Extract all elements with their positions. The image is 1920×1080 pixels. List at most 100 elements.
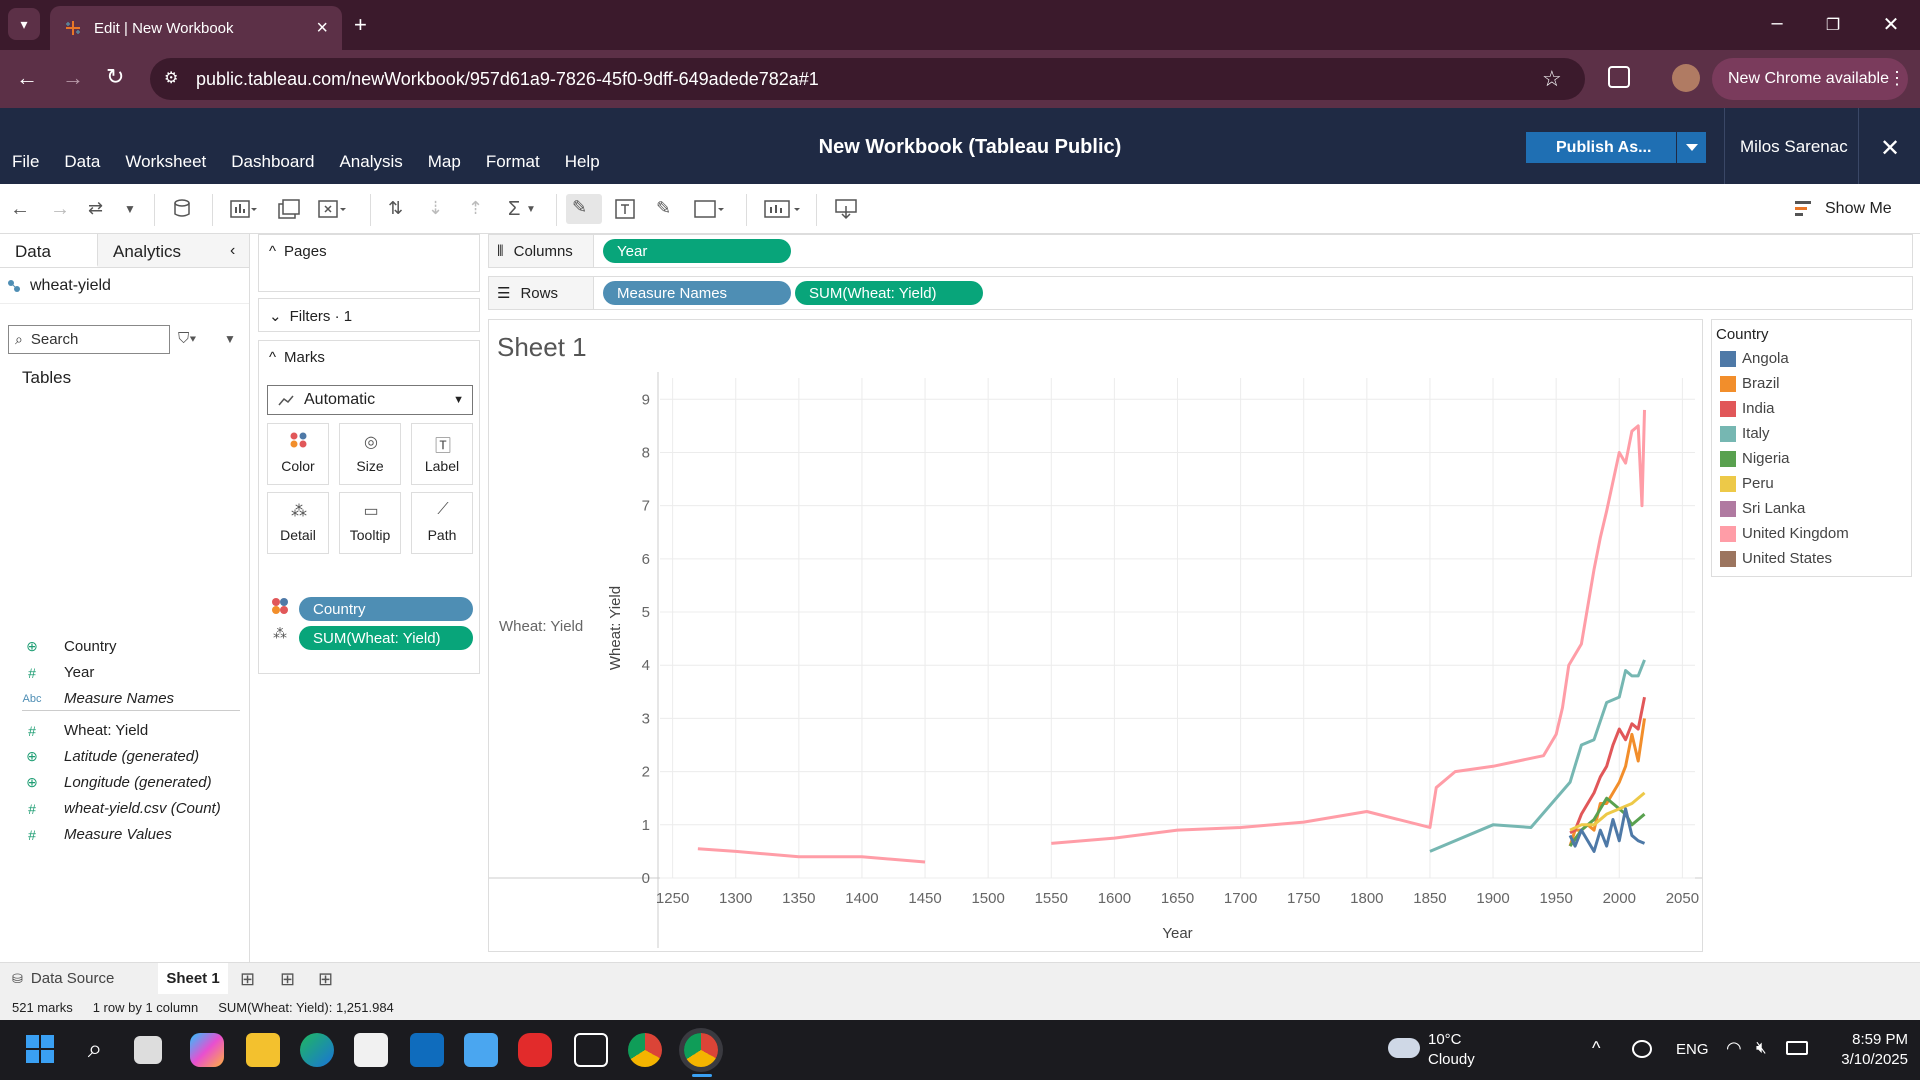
totals-dropdown-icon[interactable]: ▼ [526, 204, 550, 226]
reload-icon[interactable]: ↻ [106, 64, 124, 90]
legend-item[interactable]: United States [1720, 550, 1832, 567]
tooltip-button[interactable]: ▭ Tooltip [339, 492, 401, 554]
legend-item[interactable]: India [1720, 400, 1775, 417]
search-taskbar-icon[interactable]: ⌕ [78, 1033, 112, 1067]
sort-ascending-icon[interactable]: ⇣ [428, 198, 452, 220]
more-vert-icon[interactable]: ⋮ [1888, 68, 1906, 89]
sum-yield-detail-pill[interactable]: SUM(Wheat: Yield) [299, 626, 473, 650]
browser-tab[interactable]: Edit | New Workbook × [50, 6, 342, 50]
store-icon[interactable] [354, 1033, 388, 1067]
clock-time[interactable]: 8:59 PM [1820, 1031, 1908, 1048]
close-editor-icon[interactable]: ✕ [1880, 134, 1900, 163]
publish-dropdown-icon[interactable] [1676, 132, 1706, 163]
size-button[interactable]: ◎ Size [339, 423, 401, 485]
close-tab-icon[interactable]: × [316, 18, 328, 38]
replay-dropdown-icon[interactable]: ▼ [124, 202, 148, 224]
field-item[interactable]: # Wheat: Yield [22, 722, 148, 739]
pane-menu-icon[interactable]: ▼ [224, 332, 236, 346]
outlook-icon[interactable] [410, 1033, 444, 1067]
profile-avatar[interactable] [1672, 64, 1700, 92]
language-indicator[interactable]: ENG [1676, 1041, 1709, 1058]
new-story-tab-icon[interactable]: ⊞ [318, 969, 333, 990]
show-me-button[interactable]: Show Me [1795, 200, 1892, 218]
search-input[interactable]: ⌕ Search [8, 325, 170, 354]
task-view-icon[interactable] [134, 1036, 162, 1064]
chrome-icon[interactable] [628, 1033, 662, 1067]
windows-start-icon[interactable] [24, 1033, 58, 1067]
battery-icon[interactable] [1786, 1041, 1808, 1055]
site-info-icon[interactable]: ⚙ [164, 68, 178, 88]
restore-icon[interactable]: ❐ [1818, 15, 1848, 35]
new-worksheet-tab-icon[interactable]: ⊞ [240, 969, 255, 990]
close-window-icon[interactable]: ✕ [1876, 12, 1906, 37]
speaker-muted-icon[interactable]: 🔇︎ [1756, 1038, 1767, 1058]
tab-analytics[interactable]: Analytics [98, 234, 249, 267]
collapse-pane-icon[interactable]: ‹ [230, 242, 235, 260]
redo-icon[interactable]: → [50, 198, 74, 220]
presentation-mode-icon[interactable] [764, 198, 800, 220]
copilot-icon[interactable] [190, 1033, 224, 1067]
extensions-icon[interactable] [1608, 66, 1630, 88]
legend-item[interactable]: Italy [1720, 425, 1770, 442]
edge-icon[interactable] [300, 1033, 334, 1067]
bookmark-star-icon[interactable]: ☆ [1542, 66, 1562, 92]
notepad-icon[interactable] [464, 1033, 498, 1067]
collapse-icon[interactable]: ^ [269, 349, 276, 366]
expand-icon[interactable]: ⌄ [269, 307, 282, 325]
sheet-1-tab[interactable]: Sheet 1 [158, 963, 228, 994]
url-field[interactable]: ⚙ public.tableau.com/newWorkbook/957d61a… [150, 58, 1585, 100]
field-item[interactable]: # Year [22, 664, 94, 681]
rows-shelf[interactable]: ☰ Rows Measure Names SUM(Wheat: Yield) [488, 276, 1913, 310]
file-explorer-icon[interactable] [246, 1033, 280, 1067]
year-column-pill[interactable]: Year [603, 239, 791, 263]
datasource-item[interactable]: wheat-yield [0, 268, 249, 304]
field-item[interactable]: ⊕ Latitude (generated) [22, 748, 199, 765]
weather-icon[interactable] [1388, 1038, 1420, 1058]
minimize-icon[interactable]: – [1762, 12, 1792, 35]
field-item[interactable]: ⊕ Longitude (generated) [22, 774, 212, 791]
app-red-icon[interactable] [518, 1033, 552, 1067]
replay-icon[interactable]: ⇄ [88, 198, 112, 220]
back-icon[interactable]: ← [16, 65, 38, 91]
color-button[interactable]: Color [267, 423, 329, 485]
new-chrome-available-button[interactable]: New Chrome available ⋮ [1712, 58, 1908, 100]
forward-icon[interactable]: → [62, 65, 84, 91]
new-dashboard-tab-icon[interactable]: ⊞ [280, 969, 295, 990]
legend-item[interactable]: Angola [1720, 350, 1789, 367]
legend-item[interactable]: United Kingdom [1720, 525, 1849, 542]
swap-rows-columns-icon[interactable]: ⇅ [388, 198, 412, 220]
detail-button[interactable]: ⁂ Detail [267, 492, 329, 554]
label-button[interactable]: 🅃 Label [411, 423, 473, 485]
undo-icon[interactable]: ← [10, 198, 34, 220]
field-item[interactable]: Abc Measure Names [22, 690, 175, 707]
tray-chevron-up-icon[interactable]: ^ [1592, 1038, 1600, 1059]
user-name[interactable]: Milos Sarenac [1740, 137, 1848, 157]
app-lines-icon[interactable] [574, 1033, 608, 1067]
data-source-tab[interactable]: ⛁ Data Source [0, 963, 156, 994]
legend-item[interactable]: Sri Lanka [1720, 500, 1805, 517]
sum-yield-row-pill[interactable]: SUM(Wheat: Yield) [795, 281, 983, 305]
chrome-active-icon[interactable] [684, 1033, 718, 1067]
fit-icon[interactable] [694, 198, 724, 220]
sort-descending-icon[interactable]: ⇡ [468, 198, 492, 220]
pages-card[interactable]: ^ Pages [258, 234, 480, 292]
new-tab-icon[interactable]: + [354, 12, 367, 38]
legend-item[interactable]: Peru [1720, 475, 1774, 492]
tab-data[interactable]: Data [0, 234, 98, 267]
mark-type-select[interactable]: Automatic ▼ [267, 385, 473, 415]
legend-item[interactable]: Brazil [1720, 375, 1780, 392]
tray-app-icon[interactable] [1632, 1040, 1652, 1058]
field-item[interactable]: # Measure Values [22, 826, 172, 843]
highlight-icon[interactable]: ✎ [566, 194, 602, 224]
clock-date[interactable]: 3/10/2025 [1820, 1051, 1908, 1068]
clear-sheet-icon[interactable] [318, 198, 346, 220]
new-data-source-icon[interactable] [172, 198, 196, 220]
wifi-icon[interactable]: ◠ [1726, 1038, 1742, 1059]
text-label-icon[interactable] [614, 198, 638, 220]
tab-list-button[interactable]: ▾ [8, 8, 40, 40]
measure-names-row-pill[interactable]: Measure Names [603, 281, 791, 305]
filter-fields-icon[interactable]: ⛉▾ [178, 330, 197, 347]
collapse-icon[interactable]: ^ [269, 243, 276, 260]
path-button[interactable]: ⟋ Path [411, 492, 473, 554]
country-color-pill[interactable]: Country [299, 597, 473, 621]
